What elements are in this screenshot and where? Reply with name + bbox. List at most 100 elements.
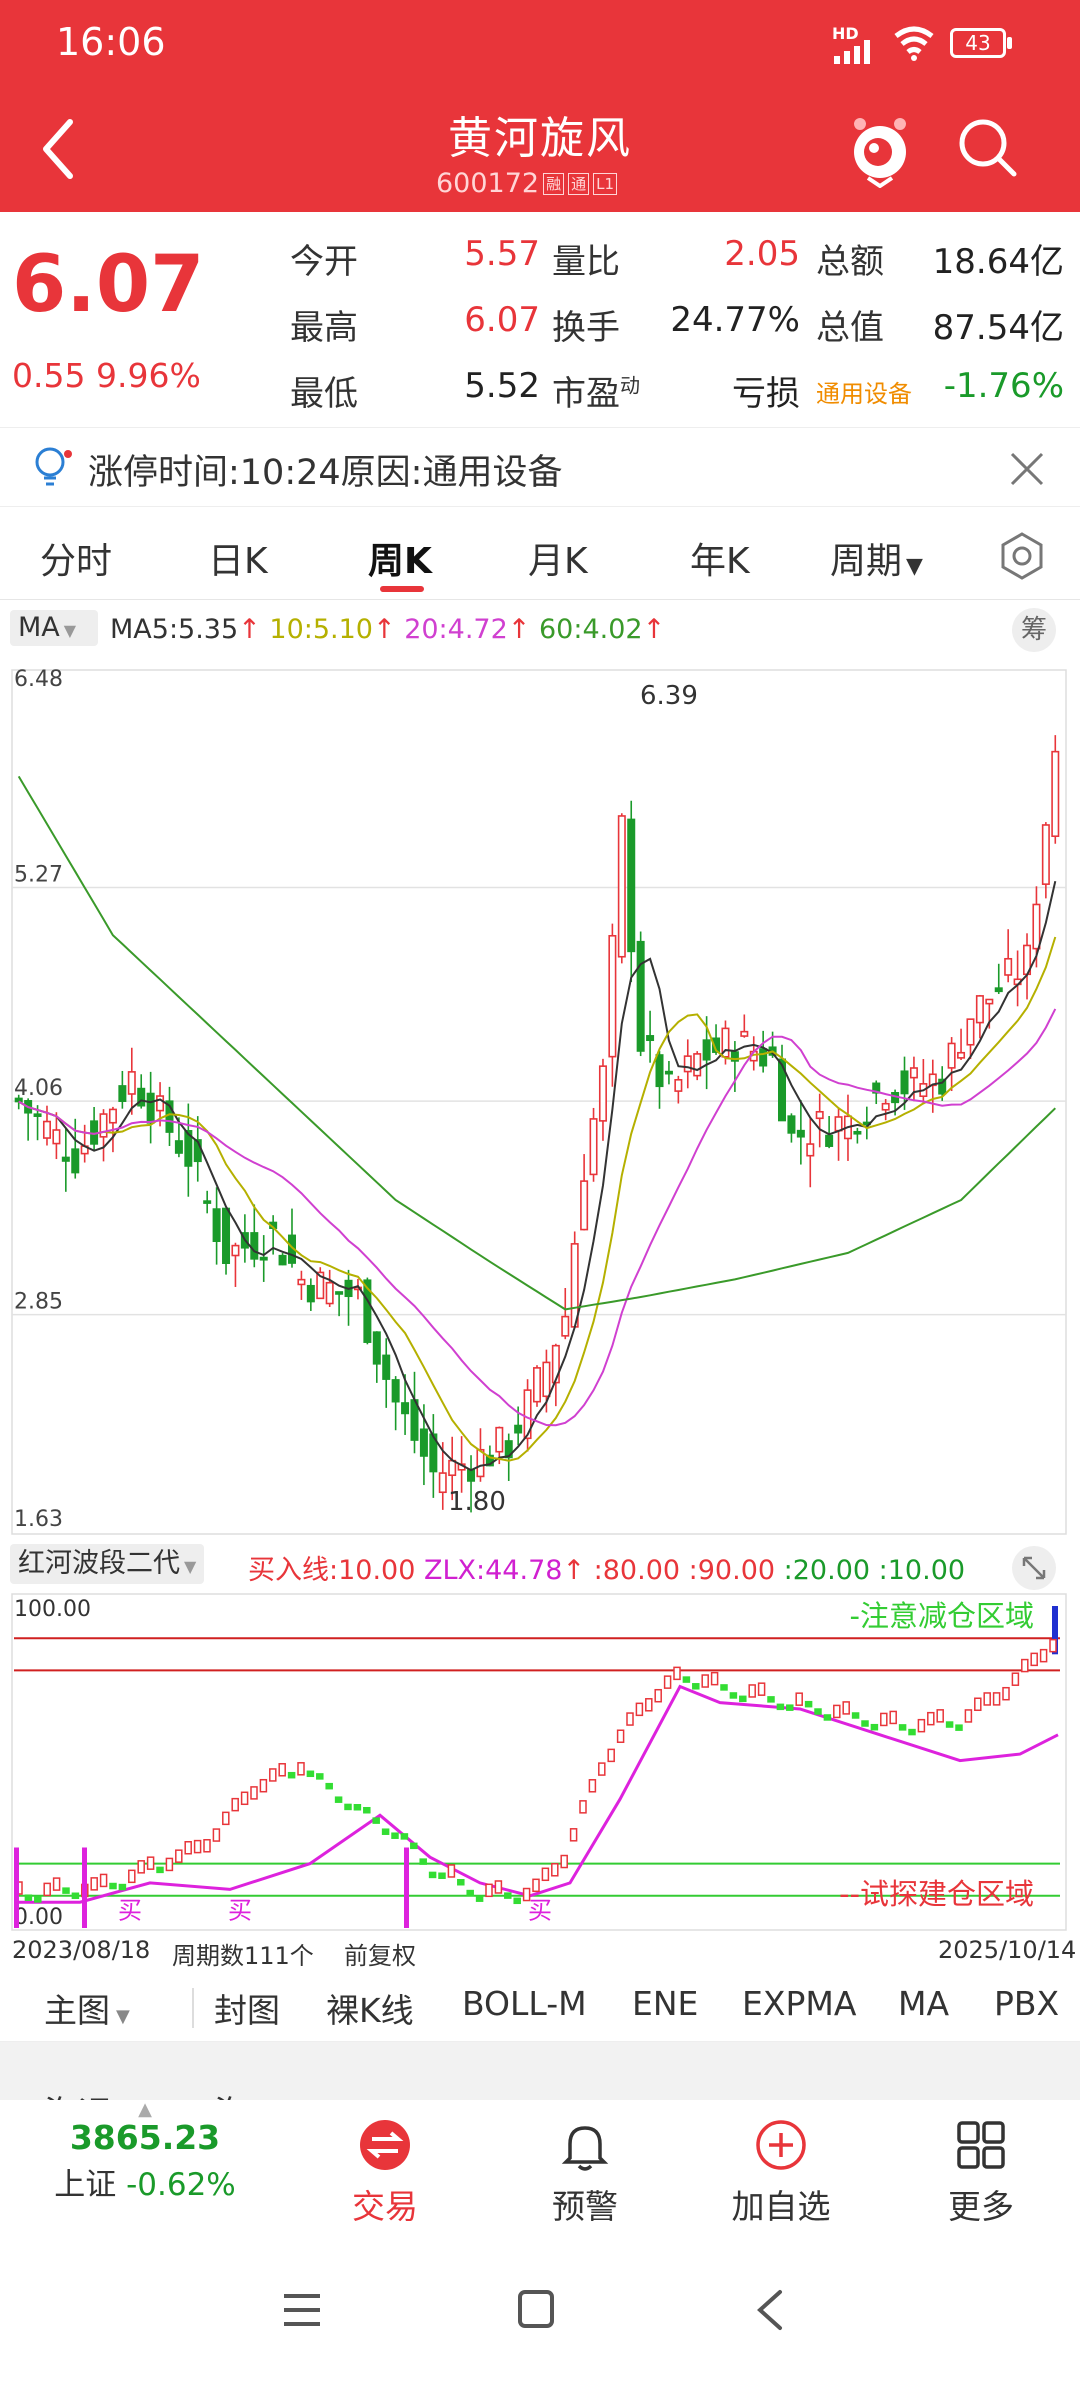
indicator-selector[interactable]: 红河波段二代 ▼ (10, 1544, 205, 1584)
tab-seal[interactable]: 封图 (214, 1984, 280, 2032)
indicator-bar-up (551, 1863, 559, 1877)
indicator-bar-up (99, 1873, 108, 1888)
index-quote[interactable]: ▲ 3865.23 上证 -0.62% (40, 2100, 250, 2204)
indicator-bar-up (203, 1839, 211, 1853)
indicator-bar-up (259, 1778, 268, 1793)
tab-weekly-k[interactable]: 周K (368, 532, 432, 584)
candle-up (1051, 750, 1060, 838)
nav-add-watchlist[interactable]: 加自选 (716, 2100, 846, 2228)
indicator-bar-up (193, 1839, 202, 1854)
indicator-bar-up (90, 1877, 98, 1891)
quote-label: 总值 (816, 300, 884, 349)
quote-value: -1.76% (943, 366, 1064, 406)
home-icon[interactable] (516, 2288, 556, 2330)
indicator-bar-down (34, 1896, 42, 1903)
tab-ene[interactable]: ENE (632, 1984, 698, 2023)
bell-icon (561, 2126, 609, 2171)
indicator-bar-down (475, 1895, 484, 1902)
nav-more[interactable]: 更多 (916, 2100, 1046, 2228)
kline-chart-area[interactable]: MA ▼ MA5:5.35↑ 10:5.10↑ 20:4.72↑ 60:4.02↑… (0, 600, 1080, 1972)
indicator-bar-up (184, 1841, 192, 1855)
max-price-label: 6.39 (640, 681, 698, 711)
nav-trade[interactable]: 交易 (320, 2100, 450, 2228)
mascot-icon[interactable] (848, 108, 912, 188)
expand-icon[interactable] (1010, 1544, 1058, 1592)
candle-down (759, 1048, 768, 1067)
tab-monthly-k[interactable]: 月K (528, 532, 588, 584)
peek-item: 海... (214, 2086, 280, 2100)
kline-plot[interactable]: 6.48 5.27 4.06 2.85 1.63 6.39 1.80 (0, 660, 1080, 1540)
tab-period[interactable]: 周期 ▼ (830, 532, 923, 584)
nav-alert[interactable]: 预警 (520, 2100, 650, 2228)
indicator-bar-down (767, 1696, 775, 1703)
indicator-bar-down (419, 1858, 427, 1865)
indicator-bar-up (1021, 1658, 1029, 1673)
candle-up (966, 1018, 975, 1046)
indicator-bar-up (983, 1692, 991, 1706)
candle-up (957, 1051, 966, 1059)
candle-down (994, 987, 1003, 993)
indicator-bar-up (880, 1712, 888, 1727)
limit-up-notice[interactable]: 涨停时间:10:24原因:通用设备 (0, 427, 1080, 507)
indicator-bar-up (231, 1797, 239, 1812)
tab-intraday[interactable]: 分时 (40, 532, 112, 584)
level-10-value: :10.00 (878, 1555, 966, 1586)
indicator-bar-up (560, 1854, 568, 1869)
candle-down (212, 1208, 221, 1243)
candle-up (542, 1361, 551, 1398)
candle-down (655, 1054, 664, 1088)
indicator-bar-up (269, 1768, 277, 1782)
quote-value: 87.54亿 (932, 308, 1064, 348)
indicator-bar-down (62, 1887, 70, 1894)
indicator-bar-down (776, 1703, 785, 1711)
indicator-bar-up (1039, 1648, 1048, 1663)
up-arrow-icon: ↑ (372, 614, 396, 645)
candle-up (1004, 957, 1013, 976)
menu-icon[interactable] (280, 2290, 324, 2330)
candle-up (815, 1110, 824, 1120)
quote-label-text: 换手 (552, 308, 620, 348)
add-circle-icon (756, 2120, 806, 2170)
tab-pbx[interactable]: PBX (994, 1984, 1059, 2023)
indicator-plot[interactable]: 100.00 0.00 -注意减仓区域 --试探建仓区域买 买 买 (0, 1592, 1080, 1932)
candle-down (636, 940, 645, 1052)
tab-period-label: 周期 (830, 541, 903, 582)
indicator-bar-up (128, 1869, 136, 1884)
indicator-bar-up (588, 1779, 597, 1793)
back-icon[interactable] (36, 116, 80, 182)
quote-label: 最高 (290, 300, 358, 349)
zlx-value: ZLX:44.78 (424, 1555, 563, 1586)
ma-selector[interactable]: MA ▼ (10, 610, 98, 646)
quote-panel: 6.07 0.55 9.96% 今开 5.57 量比 2.05 总额 18.64亿 最高 6.… (0, 212, 1080, 427)
tab-naked-k[interactable]: 裸K线 (326, 1984, 414, 2032)
nav-more-label: 更多 (948, 2187, 1014, 2226)
quote-value: 亏损 (732, 374, 800, 414)
tab-ma[interactable]: MA (898, 1984, 949, 2023)
indicator-top-label: 100.00 (14, 1597, 91, 1622)
indicator-bar-up (616, 1729, 625, 1743)
indicator-bar-up (626, 1712, 634, 1726)
indicator-bar-up (43, 1882, 51, 1897)
signal-marker (14, 1847, 19, 1928)
tab-daily-k[interactable]: 日K (208, 532, 268, 584)
up-arrow-icon: ↑ (562, 1555, 586, 1586)
indicator-bar-up (607, 1748, 615, 1763)
battery-level: 43 (965, 31, 991, 55)
chip-distribution-button[interactable]: 筹 (1012, 608, 1056, 652)
search-icon[interactable] (956, 116, 1020, 180)
close-icon[interactable] (1008, 450, 1046, 488)
price-adjust-mode[interactable]: 前复权 (344, 1936, 416, 1971)
candle-down (401, 1402, 410, 1415)
candle-down (853, 1130, 862, 1135)
signal-icon (834, 40, 870, 64)
back-nav-icon[interactable] (752, 2288, 788, 2332)
tab-yearly-k[interactable]: 年K (690, 532, 750, 584)
settings-icon[interactable] (996, 530, 1048, 582)
indicator-bar-up (569, 1828, 578, 1842)
status-time: 16:06 (56, 20, 166, 64)
tab-boll-m[interactable]: BOLL-M (462, 1984, 587, 2023)
y-axis-label: 1.63 (14, 1507, 63, 1532)
notice-text: 涨停时间:10:24原因:通用设备 (88, 453, 563, 493)
tab-main-chart[interactable]: 主图 ▼ (44, 1984, 130, 2032)
tab-expma[interactable]: EXPMA (742, 1984, 856, 2023)
